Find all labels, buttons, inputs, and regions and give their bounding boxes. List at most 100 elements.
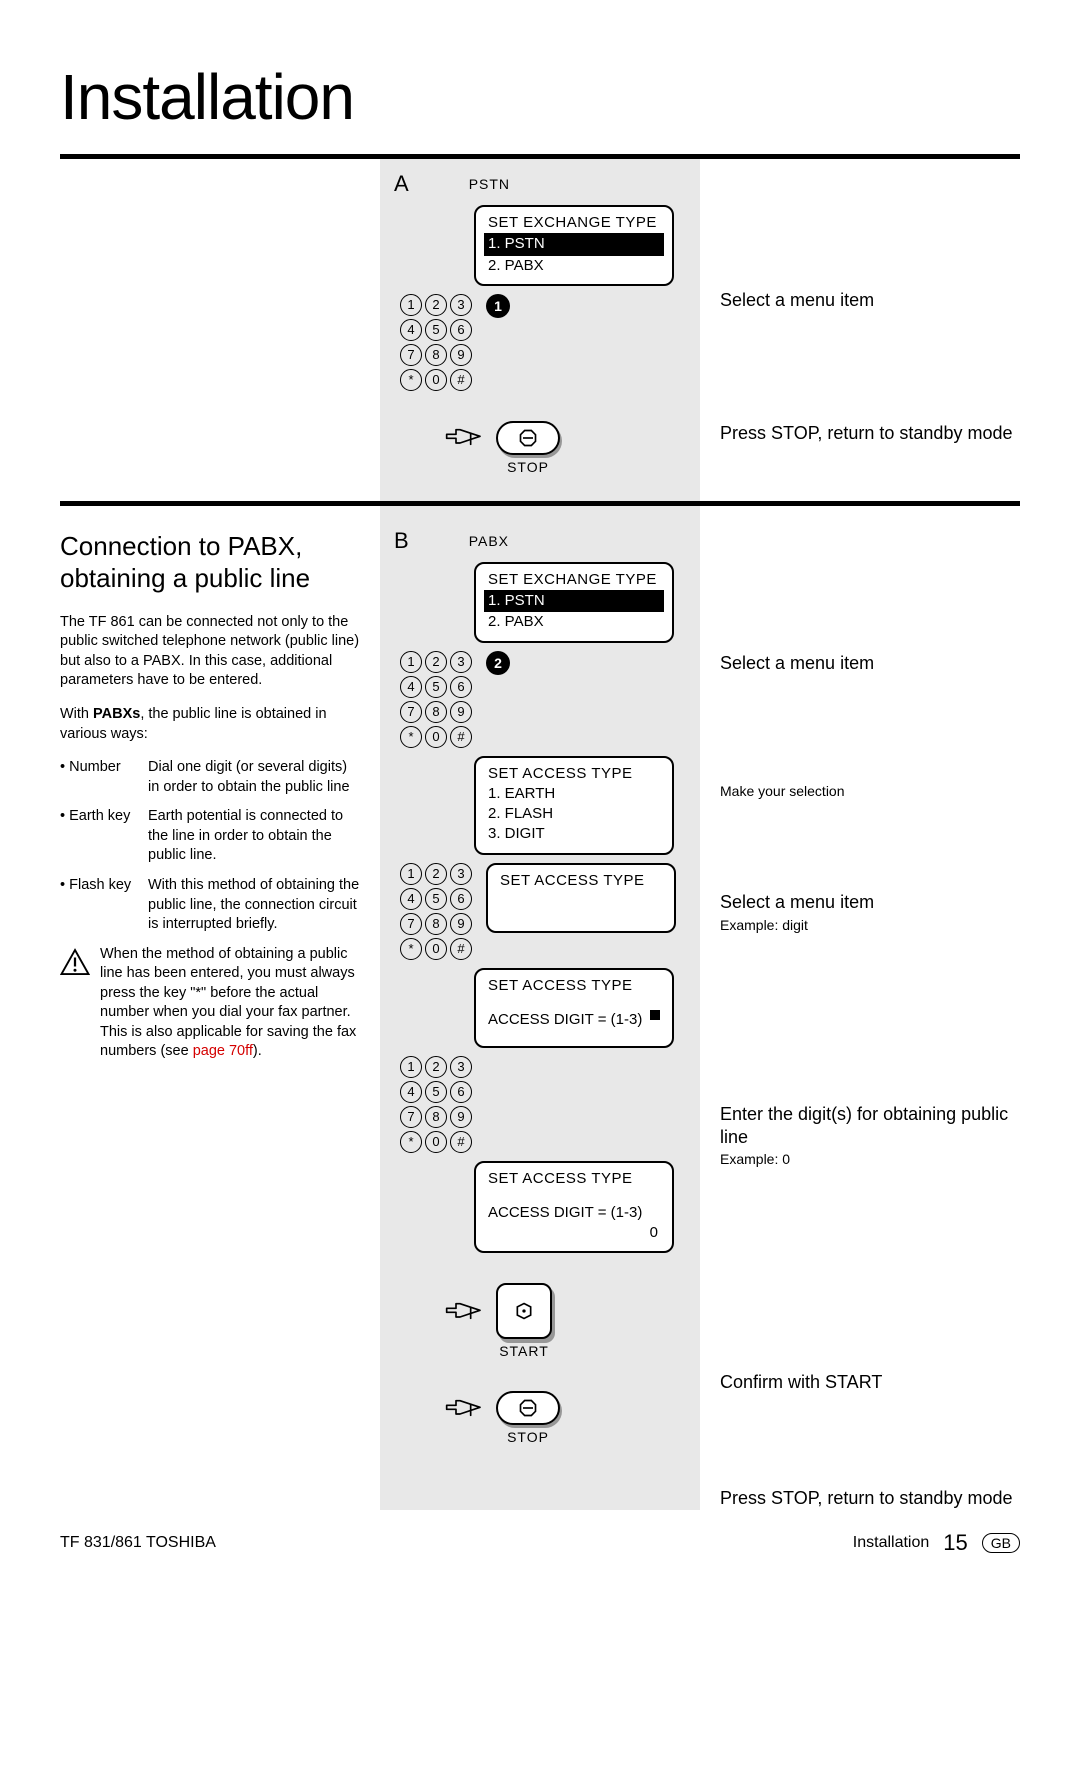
screen-a-opt1: 1. PSTN	[484, 233, 664, 255]
text-bold: PABXs	[93, 706, 140, 722]
key: 5	[425, 319, 447, 341]
key: 1	[400, 651, 422, 673]
key: #	[450, 369, 472, 391]
section-a-letter: A	[394, 171, 409, 197]
key: 5	[425, 1081, 447, 1103]
footer: TF 831/861 TOSHIBA Installation 15 GB	[60, 1530, 1020, 1556]
key: 8	[425, 913, 447, 935]
caption-b4sub: Example: 0	[720, 1151, 1020, 1167]
key: 2	[425, 651, 447, 673]
key: #	[450, 938, 472, 960]
stop-button[interactable]	[496, 1391, 560, 1425]
key: 2	[425, 294, 447, 316]
key: *	[400, 726, 422, 748]
key: 4	[400, 676, 422, 698]
o1: 1. EARTH	[484, 784, 664, 804]
key: 5	[425, 888, 447, 910]
key: 0	[425, 938, 447, 960]
caption-b3: Select a menu item	[720, 891, 1020, 914]
key: 6	[450, 888, 472, 910]
term: Number	[60, 758, 138, 797]
section-a-row: A PSTN SET EXCHANGE TYPE 1. PSTN 2. PABX…	[60, 159, 1020, 501]
key: 3	[450, 1056, 472, 1078]
key: 2	[425, 863, 447, 885]
key: 0	[425, 726, 447, 748]
key: #	[450, 726, 472, 748]
item-number: Number Dial one digit (or several digits…	[60, 758, 360, 797]
key: 1	[400, 1056, 422, 1078]
key: *	[400, 1131, 422, 1153]
cursor-icon	[650, 1010, 660, 1020]
stop-row-b: STOP	[444, 1379, 686, 1445]
key: 4	[400, 1081, 422, 1103]
caption-b3sub: Example: digit	[720, 917, 1020, 933]
footer-section: Installation	[853, 1534, 930, 1552]
key: 9	[450, 344, 472, 366]
text: With	[60, 706, 93, 722]
key: 5	[425, 676, 447, 698]
start-row-b: START	[444, 1271, 686, 1359]
stop-label: STOP	[507, 459, 549, 475]
key: 7	[400, 701, 422, 723]
stop-row-a: STOP	[444, 409, 686, 475]
term: Flash key	[60, 876, 138, 935]
screen-b3: SET ACCESS TYPE	[486, 863, 676, 933]
line: ACCESS DIGIT = (1-3)	[488, 1010, 642, 1030]
key: 9	[450, 913, 472, 935]
captions-b: Select a menu item Make your selection S…	[720, 506, 1020, 1510]
side-heading: Connection to PABX, obtaining a public l…	[60, 530, 360, 595]
page-ref-link[interactable]: page 70ff	[193, 1043, 253, 1059]
o2: 2. FLASH	[484, 804, 664, 824]
footer-left: TF 831/861 TOSHIBA	[60, 1534, 216, 1552]
section-b-gray: B PABX SET EXCHANGE TYPE 1. PSTN 2. PABX…	[380, 506, 700, 1510]
keypad-b3: 123 456 789 *0#	[400, 1056, 472, 1153]
key: 4	[400, 319, 422, 341]
region-badge: GB	[982, 1533, 1020, 1553]
value: 0	[650, 1224, 658, 1241]
warning: When the method of obtaining a public li…	[60, 945, 360, 1062]
key: 7	[400, 913, 422, 935]
key: 7	[400, 344, 422, 366]
key: 6	[450, 1081, 472, 1103]
page-title: Installation	[60, 60, 1020, 134]
key: 0	[425, 369, 447, 391]
pointing-hand-icon	[444, 1299, 484, 1332]
item-earth: Earth key Earth potential is connected t…	[60, 807, 360, 866]
screen-a-title: SET EXCHANGE TYPE	[484, 214, 661, 231]
term: Earth key	[60, 807, 138, 866]
screen-b5: SET ACCESS TYPE ACCESS DIGIT = (1-3) 0	[474, 1161, 674, 1254]
t: SET ACCESS TYPE	[496, 872, 649, 889]
keypad-b2: 123 456 789 *0#	[400, 863, 472, 960]
caption-a1: Select a menu item	[720, 289, 1020, 312]
screen-b1: SET EXCHANGE TYPE 1. PSTN 2. PABX	[474, 562, 674, 643]
keypad-a-row: 1 2 3 4 5 6 7 8 9 * 0 # 1	[400, 294, 686, 391]
key: *	[400, 369, 422, 391]
stop-button[interactable]	[496, 421, 560, 455]
desc: Earth potential is connected to the line…	[148, 807, 360, 866]
key: 8	[425, 701, 447, 723]
o2: 2. PABX	[484, 612, 664, 632]
pointing-hand-icon	[444, 425, 484, 458]
pointing-hand-icon	[444, 1396, 484, 1429]
screen-a-opt2: 2. PABX	[484, 256, 664, 276]
t: SET ACCESS TYPE	[484, 765, 637, 782]
caption-b6: Press STOP, return to standby mode	[720, 1487, 1020, 1510]
warning-icon	[60, 945, 90, 984]
keypad-b2-row: 123 456 789 *0# SET ACCESS TYPE	[400, 863, 686, 960]
start-button[interactable]	[496, 1283, 552, 1339]
screen-b2: SET ACCESS TYPE 1. EARTH 2. FLASH 3. DIG…	[474, 756, 674, 855]
captions-a: Select a menu item Press STOP, return to…	[720, 159, 1020, 501]
key: 0	[425, 1131, 447, 1153]
side-p1: The TF 861 can be connected not only to …	[60, 613, 360, 691]
caption-b1: Select a menu item	[720, 652, 1020, 675]
t: SET EXCHANGE TYPE	[484, 571, 661, 588]
key: 3	[450, 651, 472, 673]
caption-b5: Confirm with START	[720, 1371, 1020, 1394]
key: 1	[400, 863, 422, 885]
start-label: START	[499, 1343, 549, 1359]
key: 9	[450, 701, 472, 723]
keypad-b3-row: 123 456 789 *0#	[400, 1056, 686, 1153]
caption-b4: Enter the digit(s) for obtaining public …	[720, 1103, 1020, 1150]
keypad-b1-row: 123 456 789 *0# 2	[400, 651, 686, 748]
section-b-tag: PABX	[459, 531, 519, 551]
